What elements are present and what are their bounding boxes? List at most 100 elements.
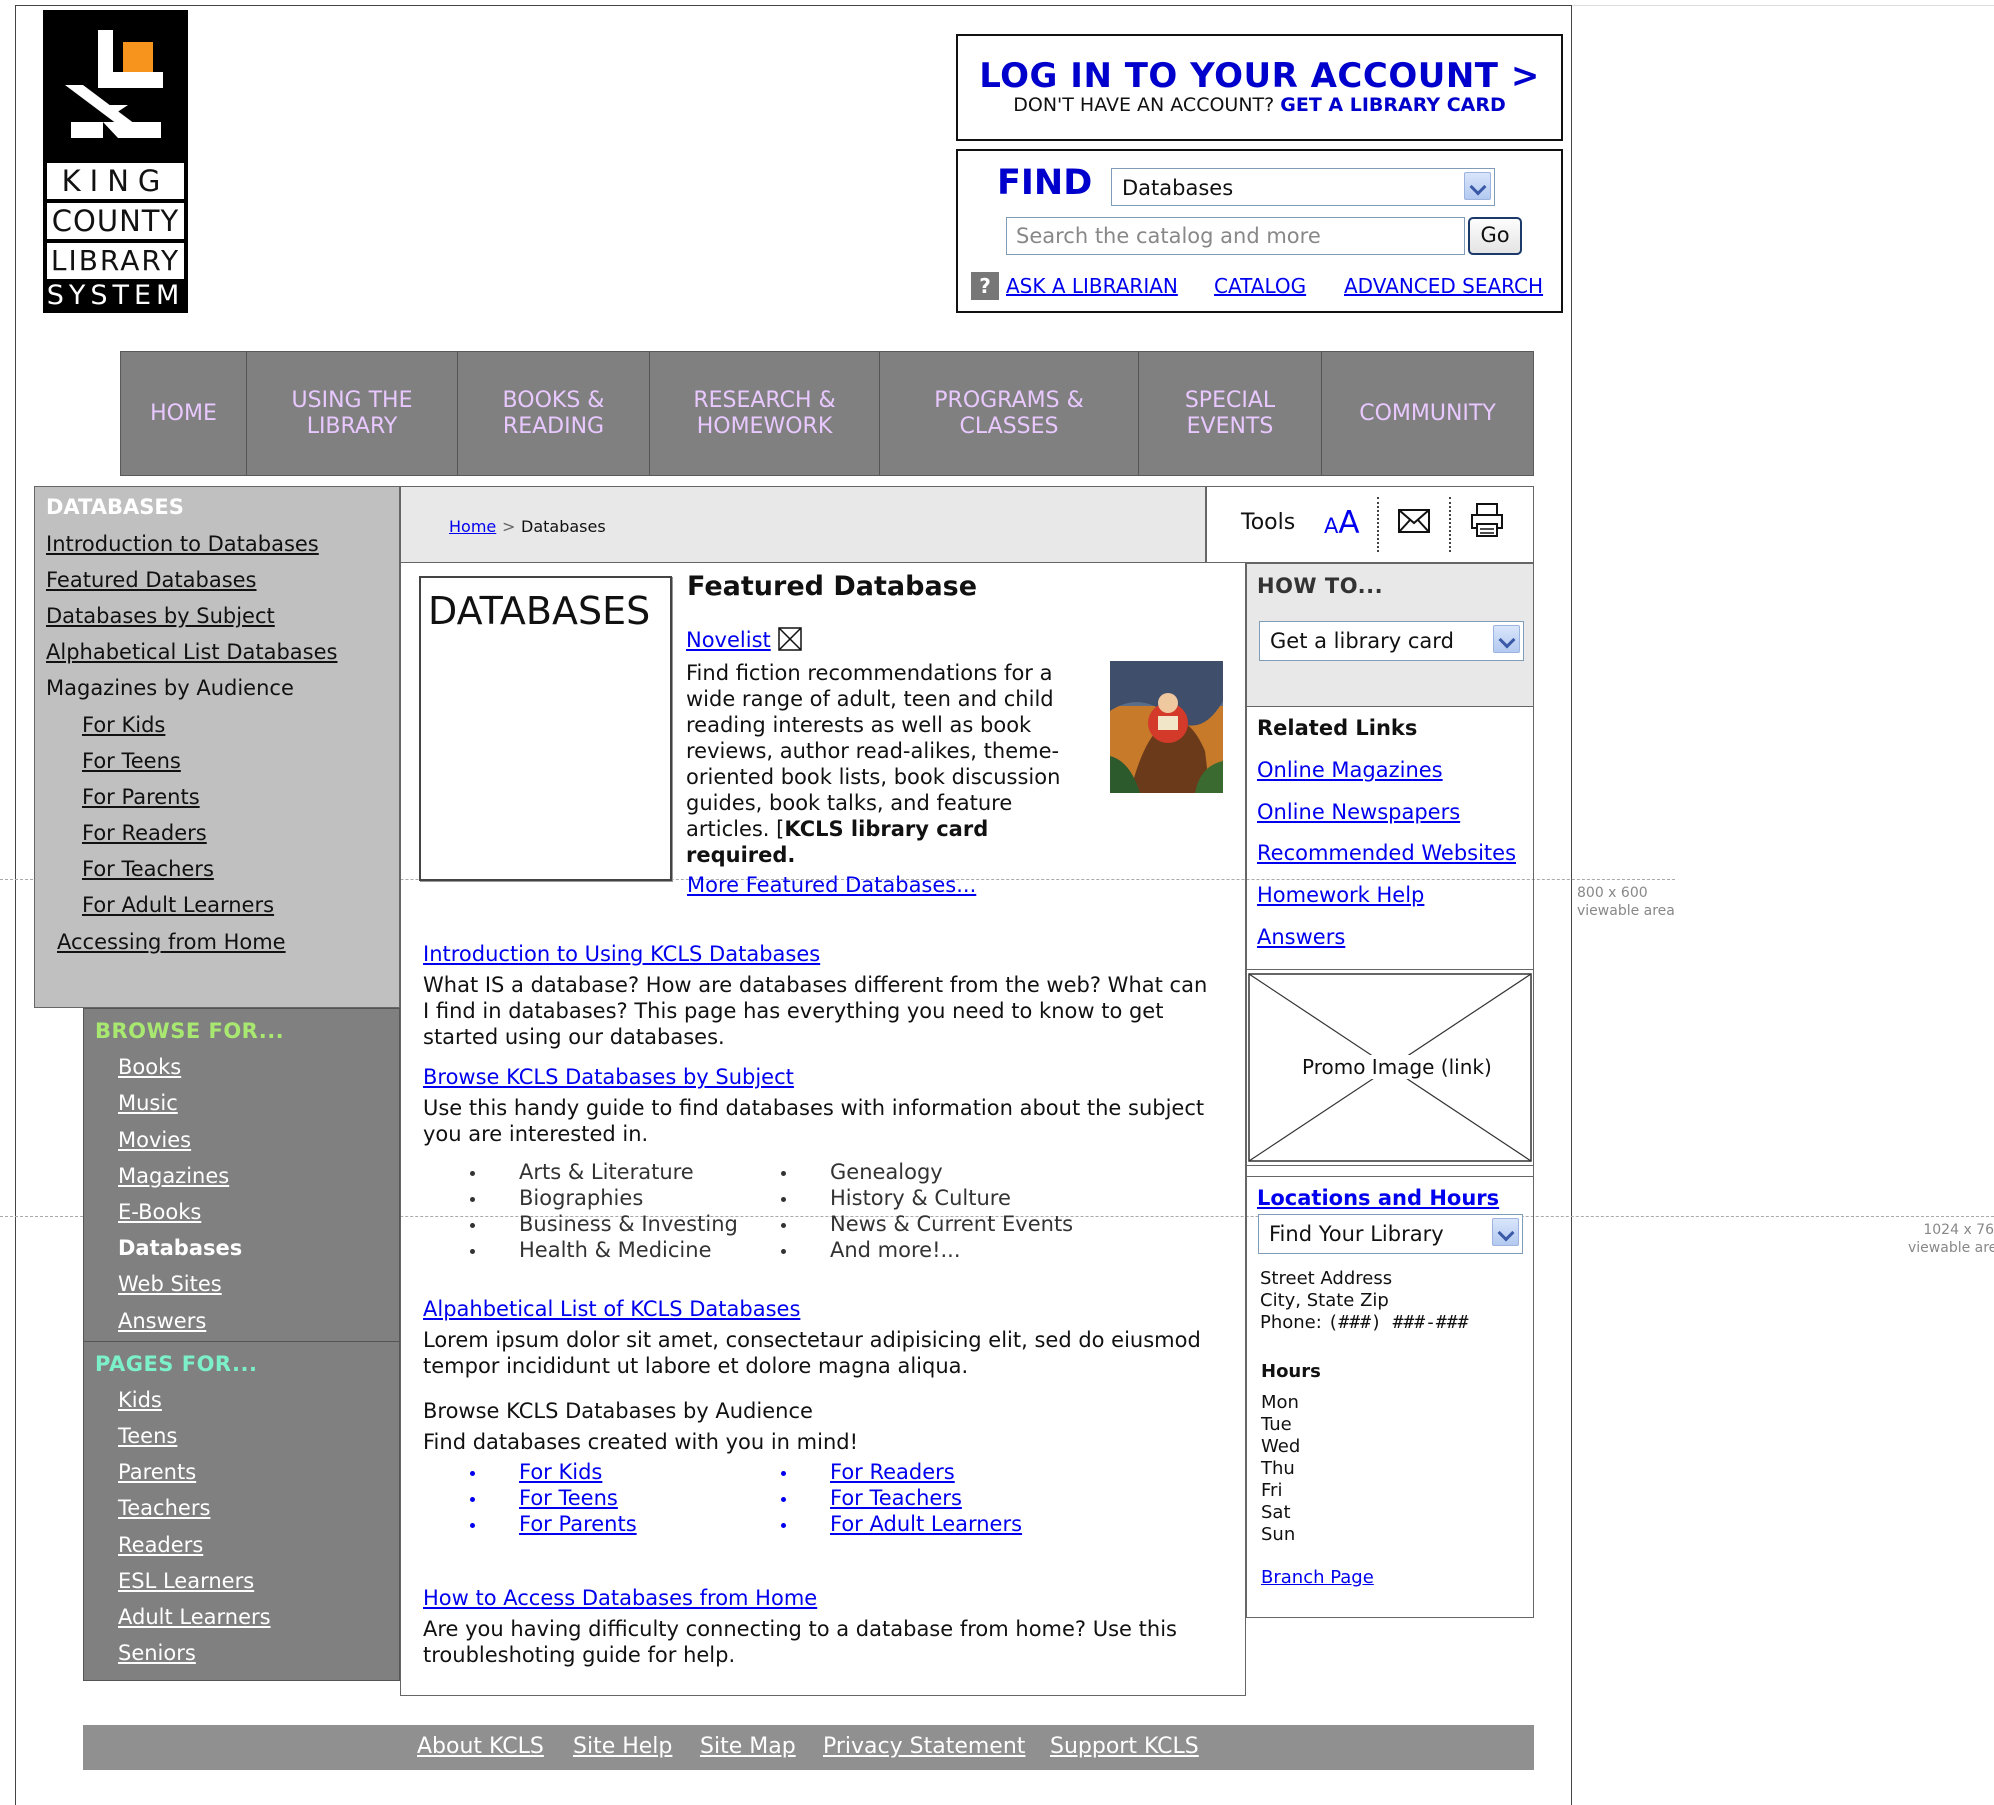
nav-using-library[interactable]: USING THE LIBRARY — [247, 352, 458, 475]
email-icon[interactable] — [1397, 506, 1431, 540]
breadcrumb-separator: > — [502, 517, 516, 536]
list-item: News & Current Events — [781, 1211, 1073, 1237]
more-featured-link[interactable]: More Featured Databases... — [687, 873, 976, 897]
text-size-button[interactable]: AA — [1324, 505, 1360, 541]
print-icon[interactable] — [1470, 502, 1504, 542]
audience-link-teachers[interactable]: For Teachers — [781, 1485, 1022, 1511]
footer-about-link[interactable]: About KCLS — [417, 1734, 544, 1759]
related-link-magazines[interactable]: Online Magazines — [1257, 758, 1443, 782]
sidebar-item-adult-learners[interactable]: For Adult Learners — [82, 893, 274, 917]
howto-select[interactable]: Get a library card — [1259, 621, 1524, 661]
browse-item-movies[interactable]: Movies — [118, 1128, 191, 1152]
chevron-down-icon — [1464, 172, 1491, 200]
nav-books-reading[interactable]: BOOKS & READING — [458, 352, 650, 475]
frame-top-line — [1572, 5, 1994, 6]
tools-label: Tools — [1241, 510, 1296, 535]
intro-using-link[interactable]: Introduction to Using KCLS Databases — [423, 942, 820, 966]
novelist-link[interactable]: Novelist — [686, 628, 771, 652]
footer-sitemap-link[interactable]: Site Map — [700, 1734, 796, 1759]
pages-item-parents[interactable]: Parents — [118, 1460, 196, 1484]
pages-item-kids[interactable]: Kids — [118, 1388, 162, 1412]
go-button[interactable]: Go — [1468, 217, 1522, 255]
browse-sidebar: BROWSE FOR... Books Music Movies Magazin… — [83, 1008, 400, 1681]
pages-item-readers[interactable]: Readers — [118, 1533, 203, 1557]
browse-item-books[interactable]: Books — [118, 1055, 181, 1079]
sidebar-item-teens[interactable]: For Teens — [82, 749, 181, 773]
sidebar-item-featured[interactable]: Featured Databases — [46, 568, 257, 592]
sidebar-item-teachers[interactable]: For Teachers — [82, 857, 214, 881]
howto-heading: HOW TO... — [1257, 574, 1384, 598]
promo-image-link[interactable]: Promo Image (link) — [1247, 969, 1533, 1166]
login-link[interactable]: LOG IN TO YOUR ACCOUNT > — [958, 56, 1561, 96]
featured-description: Find fiction recommendations for a wide … — [686, 661, 1061, 867]
novelist-thumbnail[interactable] — [1110, 661, 1223, 793]
nav-special-events[interactable]: SPECIAL EVENTS — [1139, 352, 1322, 475]
nav-community[interactable]: COMMUNITY — [1322, 352, 1533, 475]
audience-link-teens[interactable]: For Teens — [470, 1485, 637, 1511]
footer-support-link[interactable]: Support KCLS — [1050, 1734, 1199, 1759]
advanced-search-link[interactable]: ADVANCED SEARCH — [1344, 274, 1543, 298]
breadcrumb-home-link[interactable]: Home — [449, 517, 496, 536]
tools-divider — [1377, 497, 1379, 552]
pages-item-esl[interactable]: ESL Learners — [118, 1569, 254, 1593]
related-links-heading: Related Links — [1257, 716, 1418, 740]
sidebar-item-intro[interactable]: Introduction to Databases — [46, 532, 319, 556]
sidebar-item-readers[interactable]: For Readers — [82, 821, 207, 845]
pages-item-teachers[interactable]: Teachers — [118, 1496, 210, 1520]
list-item: Biographies — [470, 1185, 738, 1211]
howto-panel: HOW TO... Get a library card — [1247, 564, 1533, 707]
sidebar-item-accessing-home[interactable]: Accessing from Home — [57, 930, 286, 954]
catalog-link[interactable]: CATALOG — [1214, 274, 1306, 298]
browse-item-magazines[interactable]: Magazines — [118, 1164, 229, 1188]
pages-item-seniors[interactable]: Seniors — [118, 1641, 196, 1665]
chevron-down-icon — [1493, 625, 1520, 653]
related-link-homework[interactable]: Homework Help — [1257, 883, 1424, 907]
nav-research-homework[interactable]: RESEARCH & HOMEWORK — [650, 352, 880, 475]
logo-line-system: SYSTEM — [46, 280, 185, 311]
related-link-answers[interactable]: Answers — [1257, 925, 1345, 949]
audience-link-adult-learners[interactable]: For Adult Learners — [781, 1511, 1022, 1537]
related-link-newspapers[interactable]: Online Newspapers — [1257, 800, 1460, 824]
kcls-logo[interactable]: KING COUNTY LIBRARY SYSTEM — [43, 10, 188, 313]
access-from-home-description: Are you having difficulty connecting to … — [423, 1617, 1177, 1667]
find-library-select[interactable]: Find Your Library — [1258, 1214, 1523, 1254]
subject-list-a: Arts & Literature Biographies Business &… — [470, 1159, 738, 1263]
help-icon: ? — [971, 272, 999, 300]
pages-item-teens[interactable]: Teens — [118, 1424, 177, 1448]
get-card-link[interactable]: GET A LIBRARY CARD — [1280, 94, 1505, 116]
howto-select-value: Get a library card — [1270, 629, 1454, 653]
nav-programs-classes[interactable]: PROGRAMS & CLASSES — [880, 352, 1139, 475]
locations-hours-link[interactable]: Locations and Hours — [1257, 1186, 1499, 1210]
pages-item-adult-learners[interactable]: Adult Learners — [118, 1605, 271, 1629]
find-label: FIND — [997, 163, 1093, 203]
sidebar-item-by-subject[interactable]: Databases by Subject — [46, 604, 275, 628]
alphabetical-list-link[interactable]: Alpahbetical List of KCLS Databases — [423, 1297, 800, 1321]
sidebar-item-alphabetical[interactable]: Alphabetical List Databases — [46, 640, 337, 664]
browse-item-websites[interactable]: Web Sites — [118, 1272, 222, 1296]
audience-link-kids[interactable]: For Kids — [470, 1459, 637, 1485]
intro-description: What IS a database? How are databases di… — [423, 973, 1208, 1049]
related-link-websites[interactable]: Recommended Websites — [1257, 841, 1516, 865]
ask-librarian-link[interactable]: ASK A LIBRARIAN — [1006, 274, 1178, 298]
browse-by-subject-link[interactable]: Browse KCLS Databases by Subject — [423, 1065, 794, 1089]
find-library-value: Find Your Library — [1269, 1222, 1444, 1246]
audience-link-parents[interactable]: For Parents — [470, 1511, 637, 1537]
search-input[interactable]: Search the catalog and more — [1006, 217, 1465, 255]
viewport-800-label: 800 x 600 viewable area — [1577, 885, 1675, 919]
audience-link-readers[interactable]: For Readers — [781, 1459, 1022, 1485]
browse-item-music[interactable]: Music — [118, 1091, 178, 1115]
logo-line-library: LIBRARY — [50, 244, 181, 277]
browse-item-databases[interactable]: Databases — [118, 1236, 242, 1260]
browse-item-ebooks[interactable]: E-Books — [118, 1200, 201, 1224]
audience-list-b: For Readers For Teachers For Adult Learn… — [781, 1459, 1022, 1537]
account-prompt-text: DON'T HAVE AN ACCOUNT? — [1013, 94, 1275, 116]
sidebar-item-parents[interactable]: For Parents — [82, 785, 200, 809]
branch-page-link[interactable]: Branch Page — [1261, 1567, 1374, 1588]
footer-privacy-link[interactable]: Privacy Statement — [823, 1734, 1025, 1759]
access-from-home-link[interactable]: How to Access Databases from Home — [423, 1586, 817, 1610]
nav-home[interactable]: HOME — [121, 352, 247, 475]
footer-help-link[interactable]: Site Help — [573, 1734, 672, 1759]
find-scope-select[interactable]: Databases — [1111, 168, 1495, 206]
sidebar-item-kids[interactable]: For Kids — [82, 713, 165, 737]
browse-item-answers[interactable]: Answers — [118, 1309, 206, 1333]
